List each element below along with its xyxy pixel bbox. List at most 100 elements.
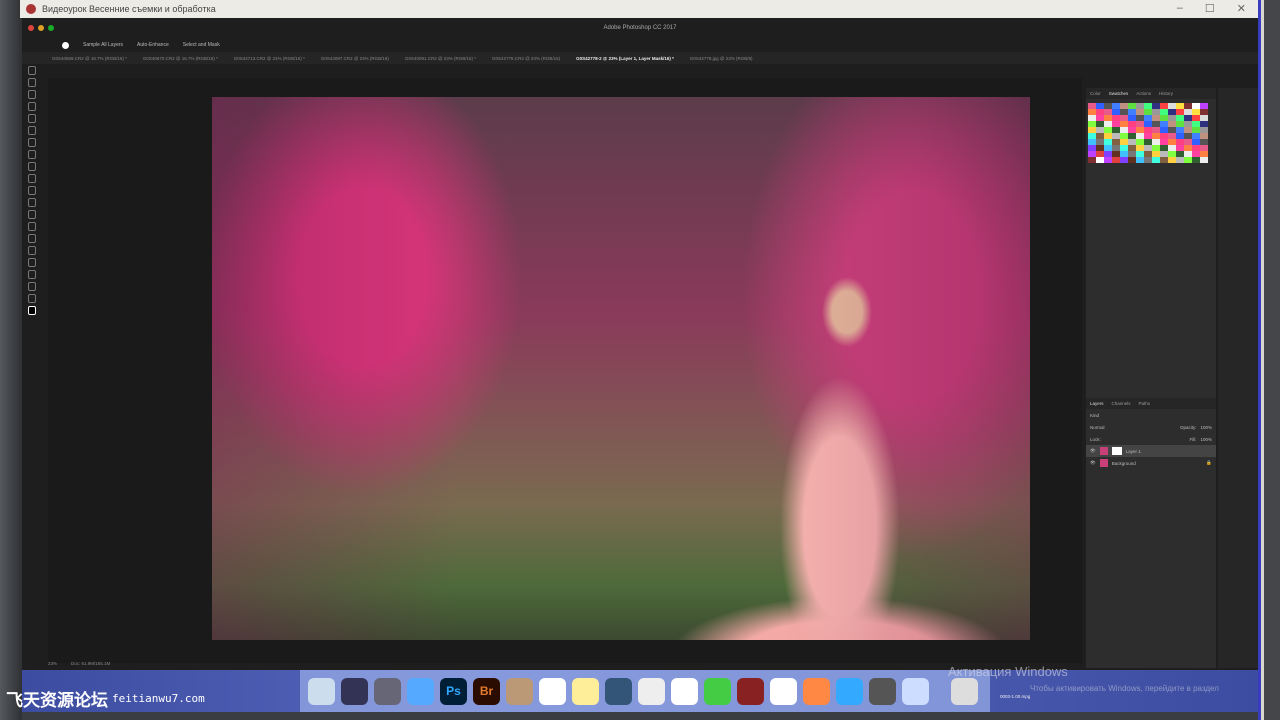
brush-tool-icon[interactable] — [28, 150, 36, 159]
layer-mask-thumbnail[interactable] — [1111, 447, 1122, 455]
doc-tab[interactable]: G0S40669.CR2 @ 16.7% (RGB/16) * — [52, 56, 127, 61]
swatch[interactable] — [1184, 157, 1192, 163]
layer-row[interactable]: 👁 Layer 1 — [1086, 445, 1216, 457]
dock-app-system-preferences[interactable] — [869, 677, 896, 705]
gradient-tool-icon[interactable] — [28, 198, 36, 207]
tab-color[interactable]: Color — [1090, 91, 1101, 96]
swatch[interactable] — [1120, 157, 1128, 163]
marquee-tool-icon[interactable] — [28, 78, 36, 87]
right-panels: Color Swatches Actions History Layers Ch… — [1086, 88, 1216, 668]
tab-channels[interactable]: Channels — [1112, 401, 1131, 406]
hand-tool-icon[interactable] — [28, 282, 36, 291]
dock-app-messages[interactable] — [704, 677, 731, 705]
dock-app-trash[interactable] — [951, 677, 978, 705]
minimize-button[interactable]: – — [1177, 2, 1183, 15]
eye-icon[interactable]: 👁 — [1090, 460, 1096, 466]
swatch[interactable] — [1160, 157, 1168, 163]
doc-tab[interactable]: G0S40091.CR2 @ 23% (RGB/16) * — [405, 56, 476, 61]
dock-app-photos[interactable] — [671, 677, 698, 705]
dock-app-br[interactable]: Br — [473, 677, 500, 705]
tab-layers[interactable]: Layers — [1090, 401, 1104, 406]
select-and-mask-button[interactable]: Select and Mask — [183, 42, 220, 48]
type-tool-icon[interactable] — [28, 246, 36, 255]
doc-tab[interactable]: G0S42778.CR2 @ 23% (RGB/16) — [492, 56, 560, 61]
dock-app-preview[interactable] — [638, 677, 665, 705]
opacity-value[interactable]: 100% — [1200, 425, 1212, 430]
brush-size-icon[interactable] — [62, 41, 69, 49]
minimize-light[interactable] — [38, 25, 44, 31]
doc-tab[interactable]: G0S40670.CR2 @ 16.7% (RGB/16) * — [143, 56, 218, 61]
foreground-color-swatch[interactable] — [28, 306, 36, 315]
swatch[interactable] — [1104, 157, 1112, 163]
swatch[interactable] — [1088, 157, 1096, 163]
fill-value[interactable]: 100% — [1200, 437, 1212, 442]
swatches-grid[interactable] — [1086, 99, 1216, 189]
tab-swatches[interactable]: Swatches — [1109, 91, 1129, 96]
dock-app-safari[interactable] — [407, 677, 434, 705]
doc-tab[interactable]: G0S42713.CR2 @ 23% (RGB/16) * — [234, 56, 305, 61]
dock-app-itunes[interactable] — [770, 677, 797, 705]
dock-app-finder[interactable] — [308, 677, 335, 705]
dock-app-photo-booth[interactable] — [737, 677, 764, 705]
doc-tab-active[interactable]: G0S42778-2 @ 23% (Layer 1, Layer Mask/16… — [576, 56, 674, 61]
swatch[interactable] — [1200, 157, 1208, 163]
swatch[interactable] — [1144, 157, 1152, 163]
doc-tab[interactable]: G0S42778.jpg @ 23% (RGB/8) — [690, 56, 753, 61]
dock-app-teamviewer[interactable] — [902, 677, 929, 705]
swatch[interactable] — [1192, 157, 1200, 163]
app-logo-icon — [26, 4, 36, 14]
path-select-tool-icon[interactable] — [28, 258, 36, 267]
swatch[interactable] — [1168, 157, 1176, 163]
desktop-file-label[interactable]: 0003-1.00.mpg — [1000, 694, 1030, 699]
swatch[interactable] — [1152, 157, 1160, 163]
dock-app-ibooks[interactable] — [803, 677, 830, 705]
swatch[interactable] — [1136, 157, 1144, 163]
layer-thumbnail — [1099, 447, 1108, 455]
dock-app-ps[interactable]: Ps — [440, 677, 467, 705]
tab-actions[interactable]: Actions — [1136, 91, 1151, 96]
quick-select-tool-icon[interactable] — [28, 102, 36, 111]
sample-all-layers-checkbox[interactable]: Sample All Layers — [83, 42, 123, 48]
swatch[interactable] — [1128, 157, 1136, 163]
dock-app-quicktime[interactable] — [605, 677, 632, 705]
blur-tool-icon[interactable] — [28, 210, 36, 219]
auto-enhance-checkbox[interactable]: Auto-Enhance — [137, 42, 169, 48]
clone-stamp-tool-icon[interactable] — [28, 162, 36, 171]
eyedropper-tool-icon[interactable] — [28, 126, 36, 135]
swatch[interactable] — [1176, 157, 1184, 163]
blend-mode-select[interactable]: Normal — [1090, 425, 1105, 430]
dock-app-notes[interactable] — [506, 677, 533, 705]
close-button[interactable]: ✕ — [1237, 2, 1246, 15]
dock-app-app-store[interactable] — [836, 677, 863, 705]
dock-app-calendar[interactable] — [539, 677, 566, 705]
zoom-tool-icon[interactable] — [28, 294, 36, 303]
dock-app-stickies[interactable] — [572, 677, 599, 705]
swatch[interactable] — [1096, 157, 1104, 163]
layers-panel: Layers Channels Paths Kind Normal Opacity… — [1086, 398, 1216, 469]
document-photo[interactable] — [212, 97, 1030, 640]
pen-tool-icon[interactable] — [28, 234, 36, 243]
close-light[interactable] — [28, 25, 34, 31]
history-brush-tool-icon[interactable] — [28, 174, 36, 183]
tab-history[interactable]: History — [1159, 91, 1173, 96]
dock-app-launchpad[interactable] — [374, 677, 401, 705]
watermark-url: feitianwu7.com — [112, 692, 205, 705]
lasso-tool-icon[interactable] — [28, 90, 36, 99]
eraser-tool-icon[interactable] — [28, 186, 36, 195]
doc-tab[interactable]: G0S43087.CR2 @ 23% (RGB/16) — [321, 56, 389, 61]
lock-label: Lock: — [1090, 436, 1101, 442]
swatch[interactable] — [1112, 157, 1120, 163]
kind-filter[interactable]: Kind — [1090, 413, 1099, 418]
shape-tool-icon[interactable] — [28, 270, 36, 279]
healing-tool-icon[interactable] — [28, 138, 36, 147]
crop-tool-icon[interactable] — [28, 114, 36, 123]
dodge-tool-icon[interactable] — [28, 222, 36, 231]
dock-app-siri[interactable] — [341, 677, 368, 705]
zoom-level[interactable]: 23% — [48, 661, 57, 666]
maximize-button[interactable]: ☐ — [1205, 2, 1215, 15]
layer-row[interactable]: 👁 Background 🔒 — [1086, 457, 1216, 469]
tab-paths[interactable]: Paths — [1139, 401, 1151, 406]
move-tool-icon[interactable] — [28, 66, 36, 75]
eye-icon[interactable]: 👁 — [1090, 448, 1096, 454]
zoom-light[interactable] — [48, 25, 54, 31]
